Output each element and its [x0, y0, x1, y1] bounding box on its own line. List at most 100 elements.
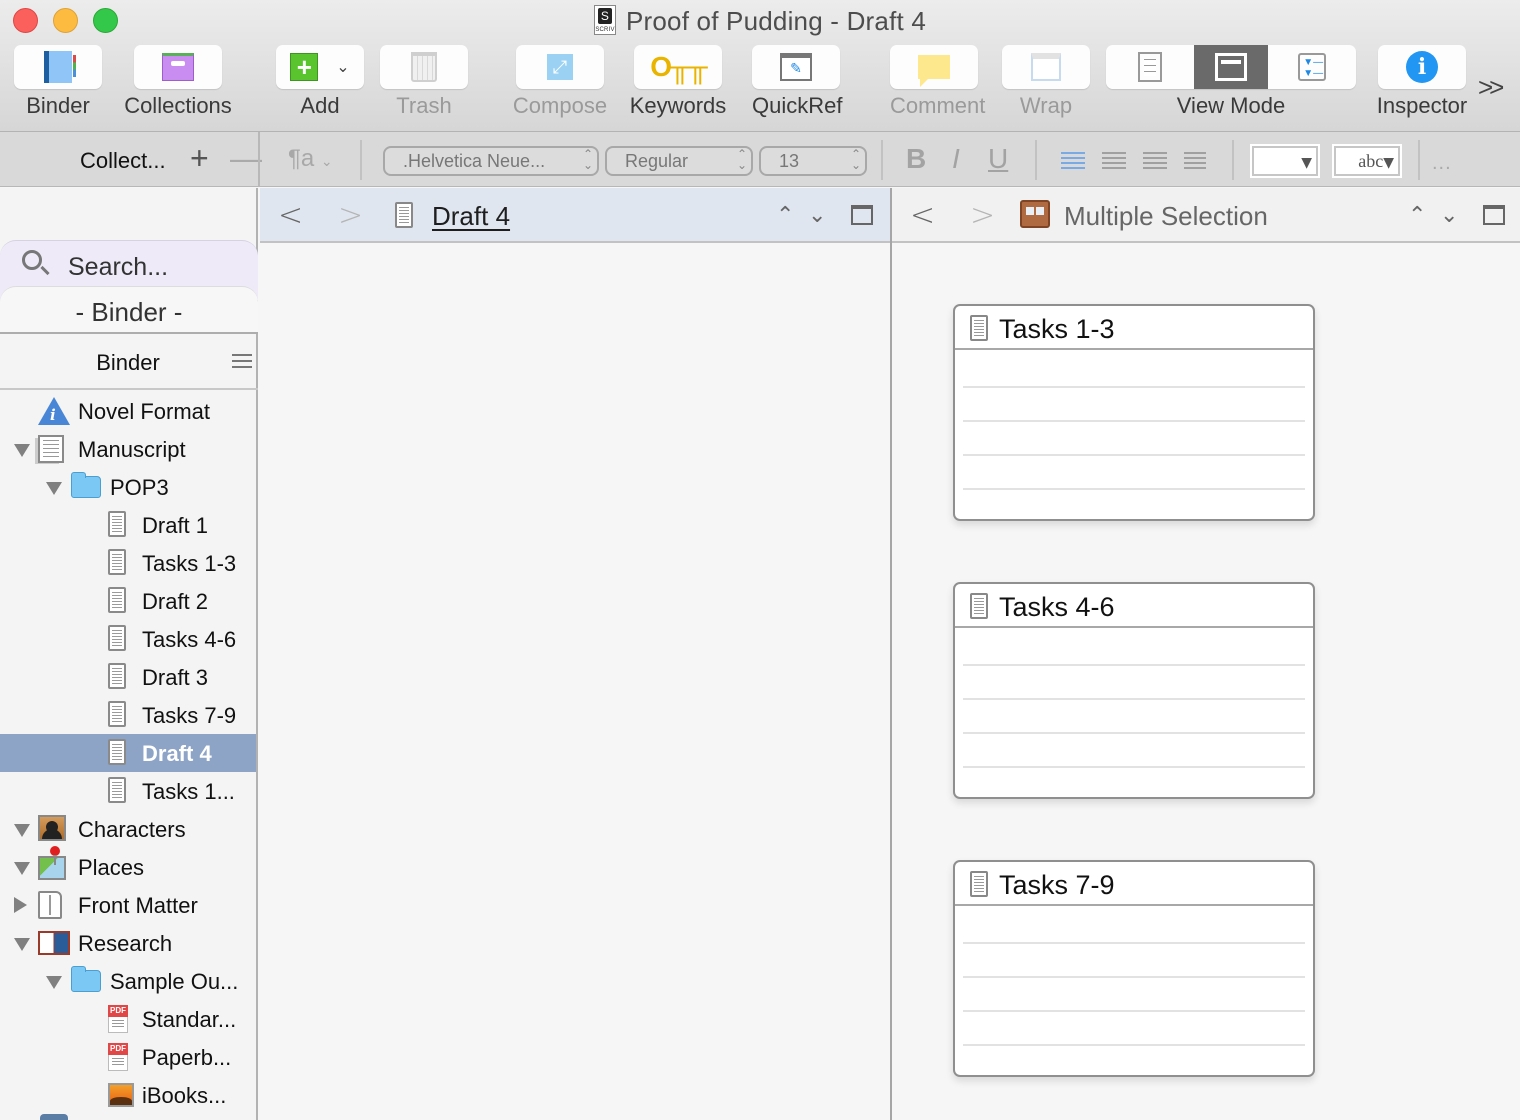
- align-right-button[interactable]: [1143, 152, 1167, 170]
- text-document-icon: [970, 315, 988, 341]
- add-collection-button[interactable]: +: [190, 140, 209, 177]
- chevron-down-icon[interactable]: ⌄: [1440, 202, 1458, 228]
- binder-item[interactable]: POP3: [0, 468, 256, 506]
- index-card-synopsis[interactable]: [963, 630, 1305, 791]
- binder-item[interactable]: Draft 1: [0, 506, 256, 544]
- binder-item[interactable]: Tasks 1...: [0, 772, 256, 810]
- disclosure-triangle-open-icon[interactable]: [14, 862, 30, 875]
- bold-button[interactable]: B: [906, 143, 926, 175]
- chevron-up-icon[interactable]: ⌃: [776, 202, 794, 228]
- binder-header-label: Binder: [96, 350, 160, 375]
- font-family-value: .Helvetica Neue...: [403, 151, 546, 171]
- left-editor-header: < > Draft 4 ⌃ ⌄: [260, 188, 890, 243]
- binder-tab[interactable]: - Binder -: [0, 286, 258, 334]
- toolbar-inspector[interactable]: i Inspector: [1377, 45, 1467, 119]
- binder-item[interactable]: Novel Format: [0, 392, 256, 430]
- back-button[interactable]: <: [910, 198, 935, 233]
- index-card-title[interactable]: Tasks 1-3: [999, 314, 1115, 345]
- comment-icon: [918, 55, 950, 87]
- align-center-button[interactable]: [1102, 152, 1126, 170]
- binder-item-label: Draft 1: [142, 513, 209, 538]
- disclosure-triangle-closed-icon[interactable]: [14, 897, 27, 913]
- toolbar-collections[interactable]: Collections: [124, 45, 232, 119]
- binder-item[interactable]: Research: [0, 924, 256, 962]
- binder-item[interactable]: Draft 4: [0, 734, 256, 772]
- collections-label[interactable]: Collect...: [80, 148, 166, 174]
- binder-item[interactable]: Places: [0, 846, 256, 886]
- disclosure-triangle-open-icon[interactable]: [46, 976, 62, 989]
- toolbar-quickref-label: QuickRef: [752, 93, 843, 118]
- divider: [1035, 140, 1037, 180]
- index-card-title[interactable]: Tasks 4-6: [999, 592, 1115, 623]
- hamburger-menu-icon[interactable]: [232, 354, 252, 368]
- toolbar-inspector-label: Inspector: [1376, 93, 1468, 118]
- text-color-dropdown[interactable]: ▼: [1252, 146, 1318, 176]
- toolbar-wrap-label: Wrap: [1019, 93, 1073, 118]
- toolbar-comment[interactable]: Comment: [890, 45, 985, 119]
- view-mode-corkboard[interactable]: [1193, 45, 1269, 89]
- left-editor-title[interactable]: Draft 4: [432, 201, 510, 232]
- binder-icon: [44, 51, 76, 83]
- chevron-down-icon[interactable]: ⌄: [808, 202, 826, 228]
- index-card[interactable]: Tasks 4-6: [953, 582, 1315, 799]
- binder-item[interactable]: Tasks 1-3: [0, 544, 256, 582]
- align-justify-button[interactable]: [1184, 152, 1206, 170]
- binder-item[interactable]: Draft 3: [0, 658, 256, 696]
- index-card-title-row: Tasks 7-9: [955, 862, 1313, 906]
- binder-item[interactable]: Front Matter: [0, 886, 256, 924]
- chevron-down-icon[interactable]: ⌄: [336, 57, 349, 77]
- font-family-select[interactable]: .Helvetica Neue... ⌃ ⌄: [383, 146, 599, 176]
- binder-item[interactable]: Sample Ou...: [0, 962, 256, 1000]
- binder-item[interactable]: Manuscript: [0, 430, 256, 468]
- font-style-select[interactable]: Regular ⌃ ⌄: [605, 146, 753, 176]
- align-left-button[interactable]: [1061, 152, 1085, 170]
- paragraph-style-button[interactable]: ¶a ⌄: [288, 145, 333, 173]
- forward-button[interactable]: >: [338, 198, 363, 233]
- underline-button[interactable]: U: [988, 143, 1008, 175]
- toolbar-compose[interactable]: ⤢ Compose: [513, 45, 607, 119]
- toolbar-quickref[interactable]: ✎ QuickRef: [752, 45, 843, 119]
- back-button[interactable]: <: [278, 198, 303, 233]
- index-card[interactable]: Tasks 7-9: [953, 860, 1315, 1077]
- disclosure-triangle-open-icon[interactable]: [14, 444, 30, 457]
- binder-item[interactable]: Tasks 7-9: [0, 696, 256, 734]
- toolbar-trash[interactable]: Trash: [380, 45, 468, 119]
- toolbar-binder[interactable]: Binder: [14, 45, 102, 119]
- index-card-synopsis[interactable]: [963, 352, 1305, 513]
- format-bar-more-button[interactable]: ...: [1432, 152, 1452, 175]
- toolbar-wrap[interactable]: Wrap: [1002, 45, 1090, 119]
- highlight-color-dropdown[interactable]: abc▼: [1334, 146, 1400, 176]
- toolbar-overflow-button[interactable]: >>: [1478, 72, 1504, 103]
- view-mode-document[interactable]: [1106, 45, 1194, 89]
- disclosure-triangle-open-icon[interactable]: [46, 482, 62, 495]
- split-editor-icon[interactable]: [851, 205, 873, 225]
- view-mode-outliner[interactable]: ▼— ▼—: [1268, 45, 1356, 89]
- toolbar-compose-label: Compose: [512, 93, 608, 118]
- binder-item[interactable]: Tasks 4-6: [0, 620, 256, 658]
- binder-item-icon-partial: [40, 1114, 68, 1120]
- binder-item[interactable]: Draft 2: [0, 582, 256, 620]
- binder-item[interactable]: Paperb...: [0, 1038, 256, 1076]
- collections-icon: [162, 53, 194, 81]
- binder-item[interactable]: Standar...: [0, 1000, 256, 1038]
- index-card-title[interactable]: Tasks 7-9: [999, 870, 1115, 901]
- binder-item[interactable]: iBooks...: [0, 1076, 256, 1114]
- index-card-synopsis[interactable]: [963, 908, 1305, 1069]
- pdf-icon: [108, 1043, 128, 1071]
- split-editor-icon[interactable]: [1483, 205, 1505, 225]
- forward-button[interactable]: >: [970, 198, 995, 233]
- toolbar-add[interactable]: + ⌄ Add: [276, 45, 364, 119]
- left-editor-text-area[interactable]: [260, 245, 890, 1120]
- corkboard-view-icon: [1215, 53, 1247, 81]
- binder-item[interactable]: Characters: [0, 810, 256, 848]
- right-editor-title: Multiple Selection: [1064, 201, 1268, 231]
- toolbar-keywords[interactable]: O╥╥ Keywords: [630, 45, 726, 119]
- disclosure-triangle-open-icon[interactable]: [14, 824, 30, 837]
- index-card[interactable]: Tasks 1-3: [953, 304, 1315, 521]
- italic-button[interactable]: I: [952, 143, 960, 175]
- chevron-up-icon[interactable]: ⌃: [1408, 202, 1426, 228]
- disclosure-triangle-open-icon[interactable]: [14, 938, 30, 951]
- stepper-icon: ⌃ ⌄: [736, 147, 747, 172]
- compose-icon: ⤢: [547, 54, 573, 80]
- font-size-select[interactable]: 13 ⌃ ⌄: [759, 146, 867, 176]
